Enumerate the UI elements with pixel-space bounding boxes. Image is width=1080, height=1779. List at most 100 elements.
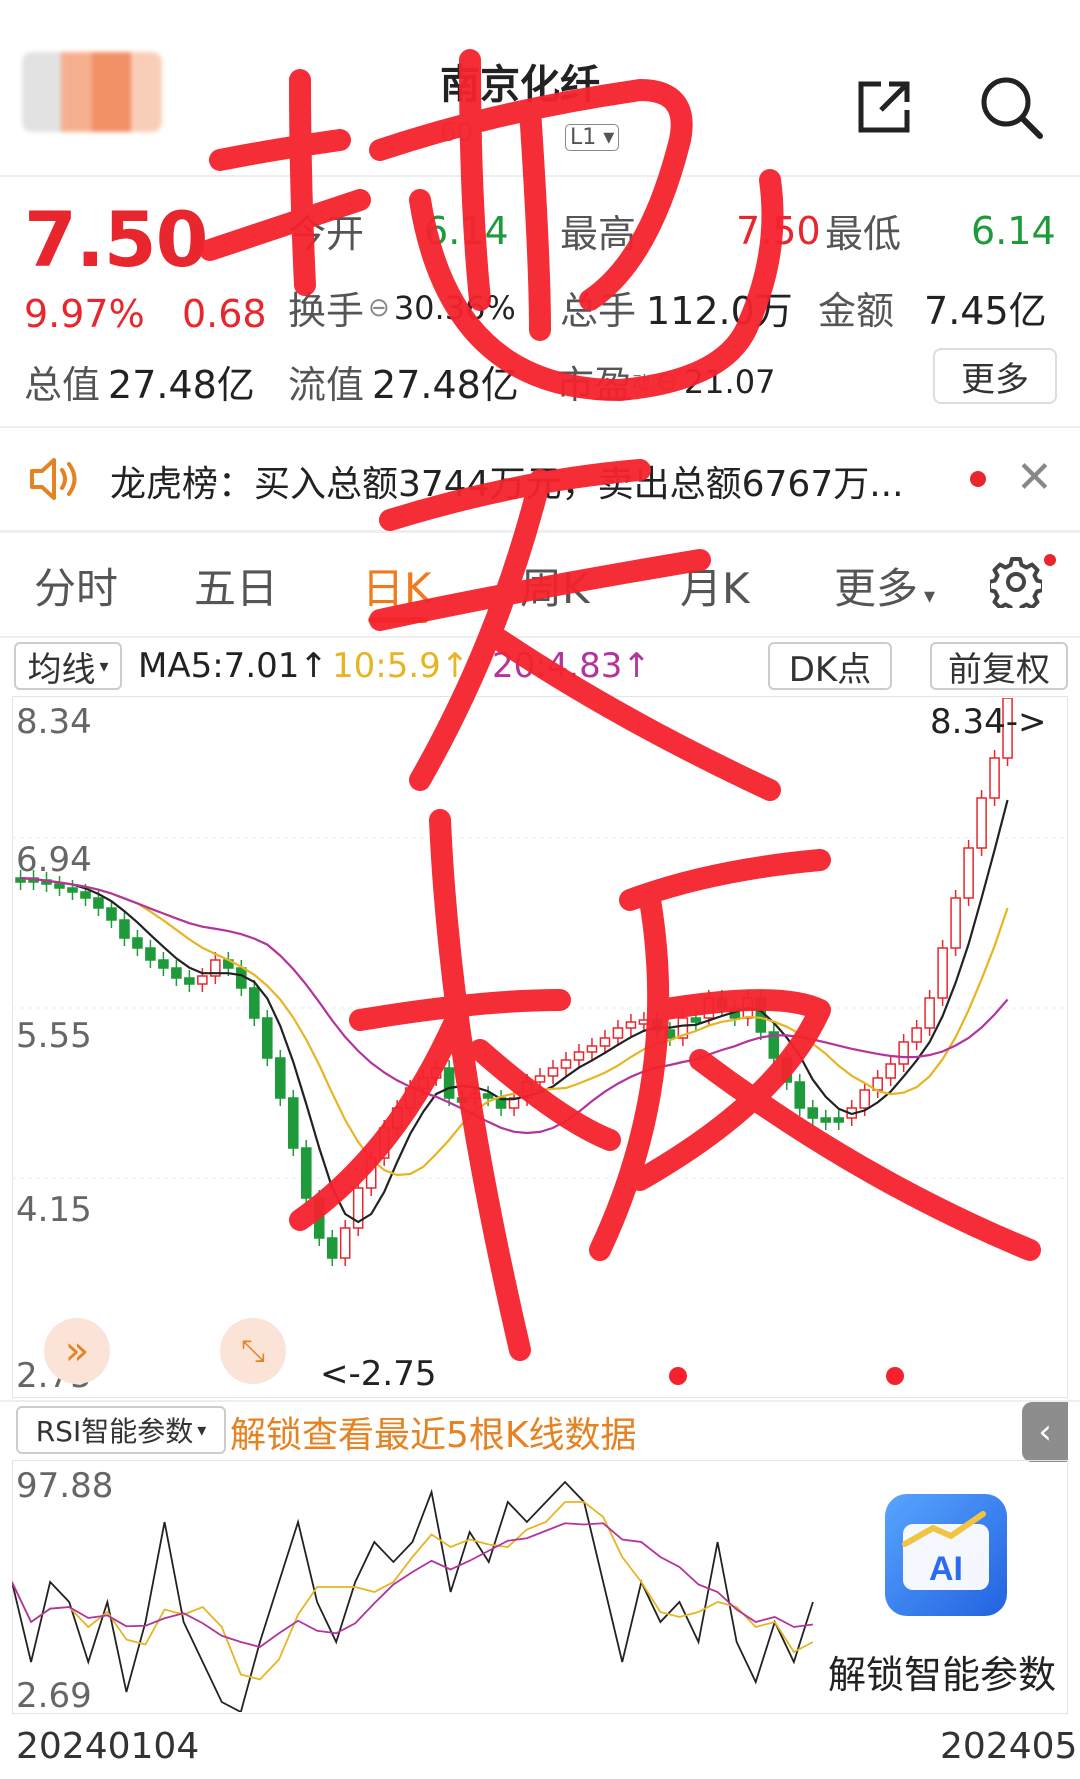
candle <box>898 1041 909 1065</box>
search-icon[interactable] <box>978 74 1044 140</box>
candle <box>950 897 961 949</box>
quote-float-cap: 流值 27.48亿 <box>288 354 519 409</box>
candle <box>430 1067 442 1079</box>
y-label-max: 8.34 <box>16 702 92 742</box>
candle <box>300 1147 312 1199</box>
change-amount: 0.68 <box>182 292 267 336</box>
candle <box>885 1063 896 1079</box>
level-badge[interactable]: L1 ▾ <box>565 124 620 151</box>
close-icon[interactable]: ✕ <box>1016 452 1053 503</box>
candle <box>326 1237 338 1259</box>
info-icon[interactable]: ⊖ <box>368 293 390 323</box>
volume-value: 112.0万 <box>646 289 793 333</box>
tab-weekly-k[interactable]: 周K <box>520 555 590 616</box>
candle <box>274 1057 286 1099</box>
rsi-y-max: 97.88 <box>16 1466 114 1506</box>
open-label: 今开 <box>288 212 365 256</box>
candle <box>339 1227 351 1259</box>
rsi-select-label: RSI智能参数 <box>35 1415 194 1448</box>
ai-unlock-text[interactable]: 解锁智能参数 <box>828 1644 1056 1699</box>
kline-ma-lines <box>20 799 1009 1224</box>
tab-monthly-k[interactable]: 月K <box>680 555 750 616</box>
rsi-line-mid <box>12 1501 814 1681</box>
y-label: 4.15 <box>16 1190 92 1230</box>
candle <box>703 997 715 1019</box>
caret-down-icon: ▾ <box>924 584 936 609</box>
share-icon[interactable] <box>855 78 913 136</box>
rsi-lines <box>12 1480 814 1712</box>
rsi-select[interactable]: RSI智能参数 ▾ <box>16 1406 226 1454</box>
float-cap-value: 27.48亿 <box>372 363 519 407</box>
quote-total-cap: 总值 27.48亿 <box>24 354 255 409</box>
caret-down-icon: ▾ <box>197 1419 207 1441</box>
candle <box>859 1089 870 1109</box>
y-label: 5.55 <box>16 1016 92 1056</box>
rsi-chart[interactable] <box>12 1462 832 1712</box>
candle <box>287 1097 299 1149</box>
quote-low: 最低 6.14 <box>825 203 1056 258</box>
stock-code: 60 <box>440 118 474 148</box>
candle <box>963 847 974 899</box>
volume-label: 总手 <box>560 289 637 333</box>
open-value: 6.14 <box>424 208 509 253</box>
candle <box>132 937 143 949</box>
tab-more[interactable]: 更多 ▾ <box>834 555 935 616</box>
kline-grid <box>12 837 1068 1179</box>
chevron-left-icon[interactable]: ‹ <box>1022 1402 1068 1462</box>
float-cap-label: 流值 <box>288 363 365 407</box>
turnover-value: 30.36% <box>393 288 516 327</box>
y-label: 6.94 <box>16 840 92 880</box>
divider <box>0 175 1080 177</box>
gear-icon[interactable] <box>990 556 1042 608</box>
dk-point-button[interactable]: DK点 <box>768 642 892 690</box>
adjust-select[interactable]: 前复权 <box>930 642 1068 690</box>
notice-text[interactable]: 龙虎榜：买入总额3744万元，卖出总额6767万... <box>110 455 904 507</box>
candle <box>599 1037 611 1047</box>
candle <box>976 797 987 849</box>
ma10-line <box>20 876 1009 1177</box>
info-icon[interactable]: ⊖ <box>656 367 678 397</box>
candle <box>456 1097 468 1103</box>
rsi-y-min: 2.69 <box>16 1676 92 1716</box>
quote-amount: 金额 7.45亿 <box>818 280 1047 335</box>
pe-sup: 动 <box>632 372 651 394</box>
candle <box>547 1067 559 1077</box>
tab-daily-k[interactable]: 日K <box>362 555 432 616</box>
candle <box>391 1107 403 1129</box>
tab-five-day[interactable]: 五日 <box>194 555 278 616</box>
high-value: 7.50 <box>736 208 821 253</box>
tab-intraday[interactable]: 分时 <box>34 555 118 616</box>
candle <box>417 1077 429 1089</box>
candle <box>820 1117 832 1123</box>
ai-label: AI <box>929 1550 963 1588</box>
divider <box>0 530 1080 533</box>
candle <box>937 947 948 999</box>
quote-high: 最高 7.50 <box>560 203 821 258</box>
candle <box>469 1093 481 1099</box>
turnover-label: 换手 <box>288 289 365 333</box>
ai-icon[interactable]: AI <box>885 1494 1007 1616</box>
pe-label: 市盈 <box>556 363 633 407</box>
divider <box>0 1400 1080 1402</box>
quote-pe: 市盈 动 ⊖ 21.07 <box>556 354 775 409</box>
candle <box>989 757 1000 799</box>
ma5-line <box>20 799 1009 1224</box>
candle <box>612 1027 624 1039</box>
rsi-unlock-link[interactable]: 解锁查看最近5根K线数据 <box>230 1406 637 1458</box>
quote-more-button[interactable]: 更多 <box>933 348 1057 404</box>
candle <box>249 987 260 1019</box>
kline-chart[interactable] <box>12 698 1068 1398</box>
candle <box>197 975 208 985</box>
candle <box>482 1093 494 1099</box>
candle <box>158 959 169 969</box>
last-price: 7.50 <box>24 195 209 284</box>
ma-select[interactable]: 均线 ▾ <box>14 642 122 690</box>
avatar[interactable] <box>22 52 162 132</box>
min-marker: <-2.75 <box>320 1354 437 1394</box>
date-end: 202405 <box>940 1726 1078 1767</box>
expand-icon[interactable]: ⤡ <box>220 1318 286 1384</box>
candle <box>573 1051 585 1061</box>
total-cap-label: 总值 <box>24 363 101 407</box>
candle <box>716 997 728 1009</box>
double-chevron-icon[interactable]: » <box>44 1318 110 1384</box>
